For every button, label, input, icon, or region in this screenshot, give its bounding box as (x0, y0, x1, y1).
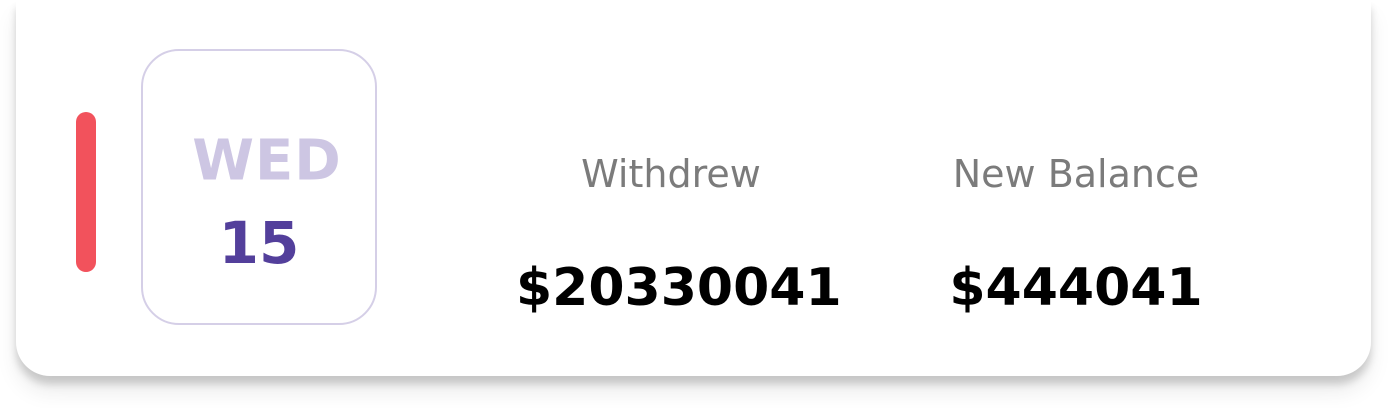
withdrew-stat: Withdrew $20330041 (516, 0, 842, 376)
withdrew-label: Withdrew (581, 152, 761, 196)
day-name: WED (192, 128, 342, 194)
day-number: 15 (218, 209, 300, 277)
withdrew-amount: $20330041 (516, 258, 842, 318)
new-balance-amount: $444041 (949, 258, 1203, 318)
new-balance-label: New Balance (952, 152, 1200, 196)
new-balance-stat: New Balance $444041 (921, 0, 1231, 376)
status-accent-bar (76, 112, 96, 272)
transaction-card: WED 15 Withdrew $20330041 New Balance $4… (16, 0, 1371, 376)
date-badge: WED 15 (141, 49, 377, 325)
